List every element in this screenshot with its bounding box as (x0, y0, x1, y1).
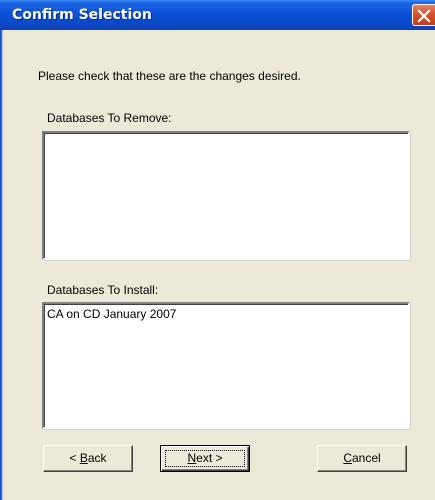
title-bar[interactable]: Confirm Selection (0, 0, 435, 30)
cancel-button[interactable]: Cancel (317, 445, 407, 472)
confirm-selection-dialog: Confirm Selection Please check that thes… (0, 0, 435, 500)
instruction-text: Please check that these are the changes … (38, 69, 301, 83)
list-item[interactable]: CA on CD January 2007 (44, 304, 408, 322)
window-title: Confirm Selection (12, 7, 152, 23)
close-icon (417, 9, 431, 23)
next-button-rest: ext > (196, 451, 223, 465)
next-button[interactable]: Next > (160, 445, 250, 472)
back-button[interactable]: < Back (43, 445, 133, 472)
back-button-prefix: < (69, 451, 80, 465)
next-button-mnemonic: N (187, 451, 197, 465)
close-button[interactable] (412, 4, 435, 26)
window-left-border (0, 30, 3, 500)
cancel-button-rest: ancel (351, 451, 381, 465)
back-button-rest: ack (87, 451, 107, 465)
databases-to-remove-label: Databases To Remove: (47, 111, 172, 125)
cancel-button-mnemonic: C (343, 451, 352, 465)
databases-to-remove-list[interactable] (42, 131, 410, 260)
back-button-mnemonic: B (79, 451, 88, 465)
databases-to-install-list[interactable]: CA on CD January 2007 (42, 302, 410, 429)
databases-to-install-label: Databases To Install: (47, 283, 159, 297)
